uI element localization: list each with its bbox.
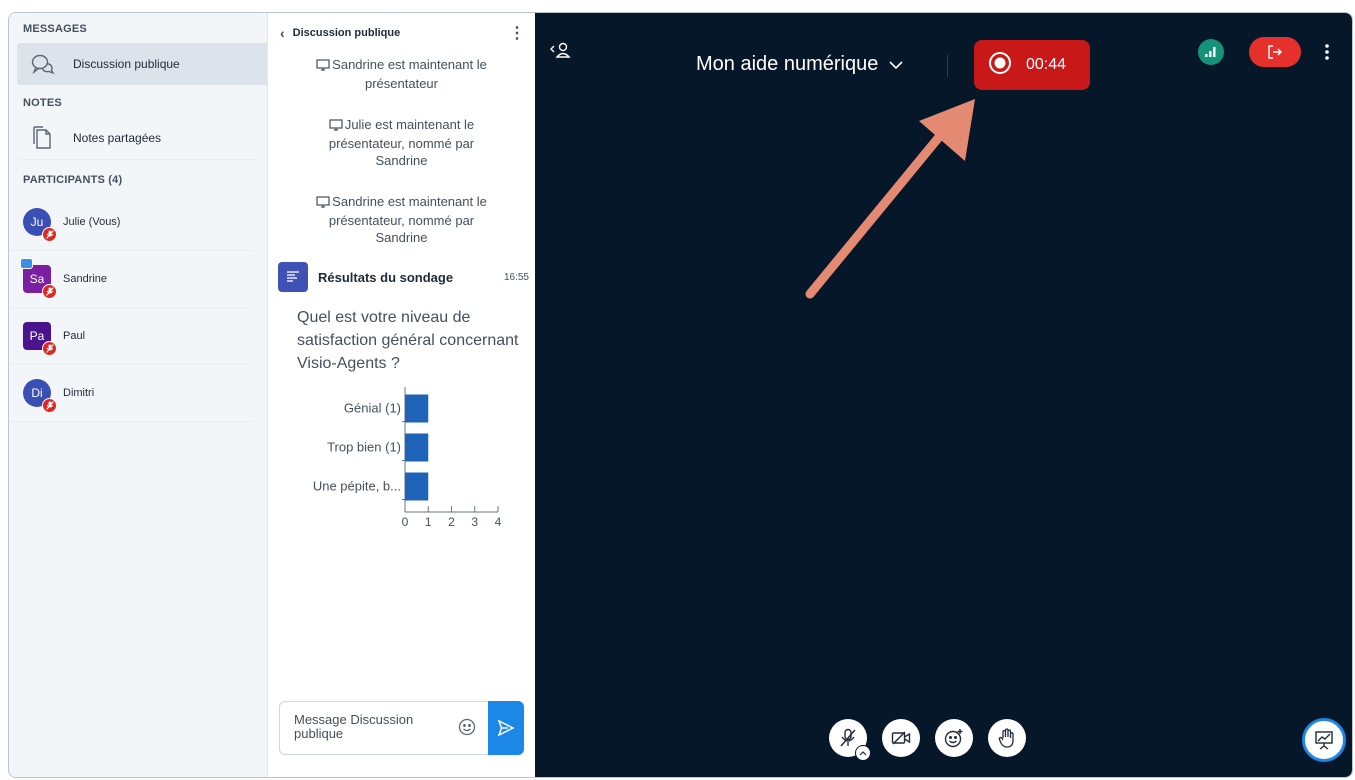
message-input-placeholder: Message Discussion publique (294, 712, 414, 741)
chat-title: Discussion publique (292, 27, 401, 39)
participant-name: Paul (63, 330, 86, 342)
mic-muted-badge-icon (42, 284, 57, 299)
screen-icon (329, 118, 343, 135)
chat-panel: ‹ Discussion publique ⋮ Sandrine est mai… (268, 13, 535, 777)
camera-off-icon (891, 731, 911, 745)
participant-row[interactable]: Pa Paul (9, 308, 253, 365)
sidebar: MESSAGES Discussion publique NOTES Notes… (9, 13, 268, 777)
microphone-button[interactable] (829, 719, 871, 761)
message-input[interactable]: Message Discussion publique (279, 701, 524, 755)
record-icon (988, 51, 1012, 80)
mic-muted-badge-icon (42, 227, 57, 242)
emoji-icon[interactable] (458, 718, 476, 741)
poll-icon (278, 262, 308, 292)
participant-name: Sandrine (63, 273, 108, 285)
tick-label: 3 (471, 515, 478, 529)
tick-label: 2 (448, 515, 455, 529)
category-label: Une pépite, b... (313, 479, 401, 494)
chevron-down-icon (888, 53, 904, 76)
avatar: Pa (23, 322, 57, 356)
users-toggle-icon[interactable] (549, 41, 571, 64)
avatar: Sa (20, 258, 57, 299)
system-message: Sandrine est maintenant le présentateur (268, 56, 535, 92)
chevron-up-icon[interactable] (855, 745, 871, 761)
sidebar-item-public-chat[interactable]: Discussion publique (17, 43, 267, 85)
poll-title: Résultats du sondage (318, 269, 454, 285)
presentation-icon (1315, 731, 1333, 750)
bar (405, 472, 429, 501)
screen-icon (316, 58, 330, 75)
recording-button[interactable]: 00:44 (974, 40, 1090, 90)
mic-muted-badge-icon (42, 341, 57, 356)
presenter-badge-icon (20, 258, 33, 269)
poll-question: Quel est votre niveau de satisfaction gé… (297, 309, 519, 372)
notes-section-title: NOTES (23, 97, 62, 109)
category-label: Trop bien (1) (327, 440, 401, 455)
participants-section-title: PARTICIPANTS (4) (23, 174, 123, 186)
connection-status-icon[interactable] (1198, 39, 1224, 65)
participant-row[interactable]: Di Dimitri (9, 365, 253, 422)
presentation-area: Mon aide numérique 00:44 (535, 13, 1352, 777)
presentation-button[interactable] (1302, 718, 1346, 762)
sidebar-item-label: Notes partagées (73, 131, 162, 145)
chat-bubbles-icon (31, 52, 55, 76)
recording-time: 00:44 (1026, 56, 1067, 73)
category-label: Génial (1) (344, 401, 401, 416)
chat-header: ‹ Discussion publique ⋮ (268, 13, 535, 53)
reactions-button[interactable] (935, 719, 973, 757)
emoji-plus-icon (944, 729, 963, 748)
bar (405, 394, 429, 423)
raise-hand-button[interactable] (988, 719, 1026, 757)
divider (947, 55, 948, 77)
messages-section-title: MESSAGES (23, 23, 87, 35)
poll-result-header: Résultats du sondage 16:55 (268, 262, 535, 292)
avatar: Ju (23, 208, 57, 242)
system-message: Sandrine est maintenant le présentateur,… (268, 193, 535, 246)
tick-label: 1 (425, 515, 432, 529)
meeting-title[interactable]: Mon aide numérique (696, 53, 904, 76)
send-icon (497, 720, 515, 736)
mic-muted-icon (840, 728, 856, 747)
bar (405, 433, 429, 462)
message-timestamp: 16:55 (503, 271, 529, 283)
poll-bar-chart: Génial (1) Trop bien (1) Une pépite, b... 0… (313, 387, 502, 529)
mic-muted-badge-icon (42, 398, 57, 413)
more-vertical-icon[interactable] (1324, 43, 1330, 66)
sidebar-item-shared-notes[interactable]: Notes partagées (17, 117, 267, 159)
send-button[interactable] (488, 701, 524, 755)
participant-name: Julie (Vous) (63, 216, 121, 228)
screen-icon (316, 195, 330, 212)
sidebar-item-label: Discussion publique (73, 57, 180, 71)
tick-label: 4 (495, 515, 502, 529)
chevron-left-icon[interactable]: ‹ (280, 25, 285, 41)
exit-icon (1268, 45, 1282, 59)
app-window: MESSAGES Discussion publique NOTES Notes… (8, 12, 1353, 778)
avatar: Di (23, 379, 57, 413)
annotation-arrow-icon (805, 99, 975, 299)
leave-meeting-button[interactable] (1249, 37, 1301, 67)
divider (21, 159, 255, 160)
tick-label: 0 (402, 515, 409, 529)
more-vertical-icon[interactable]: ⋮ (509, 23, 525, 43)
participant-name: Dimitri (63, 387, 95, 399)
system-message: Julie est maintenant le présentateur, no… (328, 117, 475, 168)
hand-icon (998, 728, 1014, 748)
participant-row[interactable]: Ju Julie (Vous) (9, 194, 253, 251)
participant-row[interactable]: Sa Sandrine (9, 251, 253, 308)
notes-icon (31, 126, 55, 150)
camera-button[interactable] (882, 719, 920, 757)
